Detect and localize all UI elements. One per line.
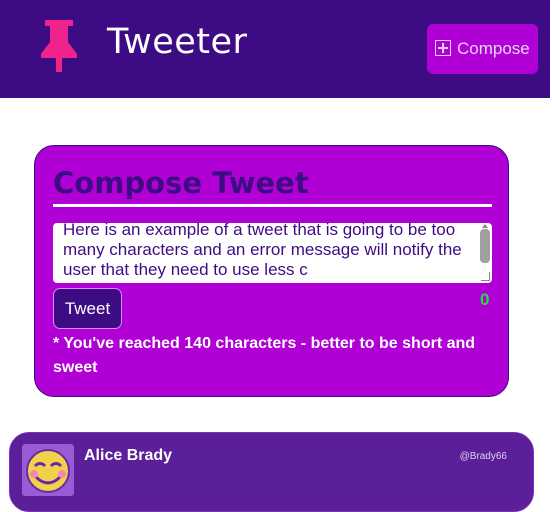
character-counter: 0 [480,290,490,309]
plus-square-icon [435,40,451,56]
scroll-up-arrow-icon[interactable] [482,224,488,228]
resize-handle[interactable] [481,272,490,281]
compose-button-label: Compose [457,39,530,58]
tweet-textarea-text: Here is an example of a tweet that is go… [63,223,462,279]
navbar: Tweeter Compose [0,0,550,98]
error-message: * You've reached 140 characters - better… [53,335,476,376]
smiley-face-icon [26,449,70,493]
tweet-textarea[interactable]: Here is an example of a tweet that is go… [53,223,492,283]
pushpin-icon [41,20,77,72]
textarea-scrollbar[interactable] [480,229,490,263]
compose-button[interactable]: Compose [427,24,538,74]
compose-title: Compose Tweet [53,166,492,207]
avatar [22,444,74,496]
tweet-button[interactable]: Tweet [53,288,122,329]
tweet-user-name: Alice Brady [84,447,173,464]
compose-panel: Compose Tweet Here is an example of a tw… [34,145,509,397]
tweet-card: Alice Brady @Brady66 [9,432,534,512]
app-brand[interactable]: Tweeter [107,22,247,62]
tweet-user-handle: @Brady66 [459,451,507,462]
